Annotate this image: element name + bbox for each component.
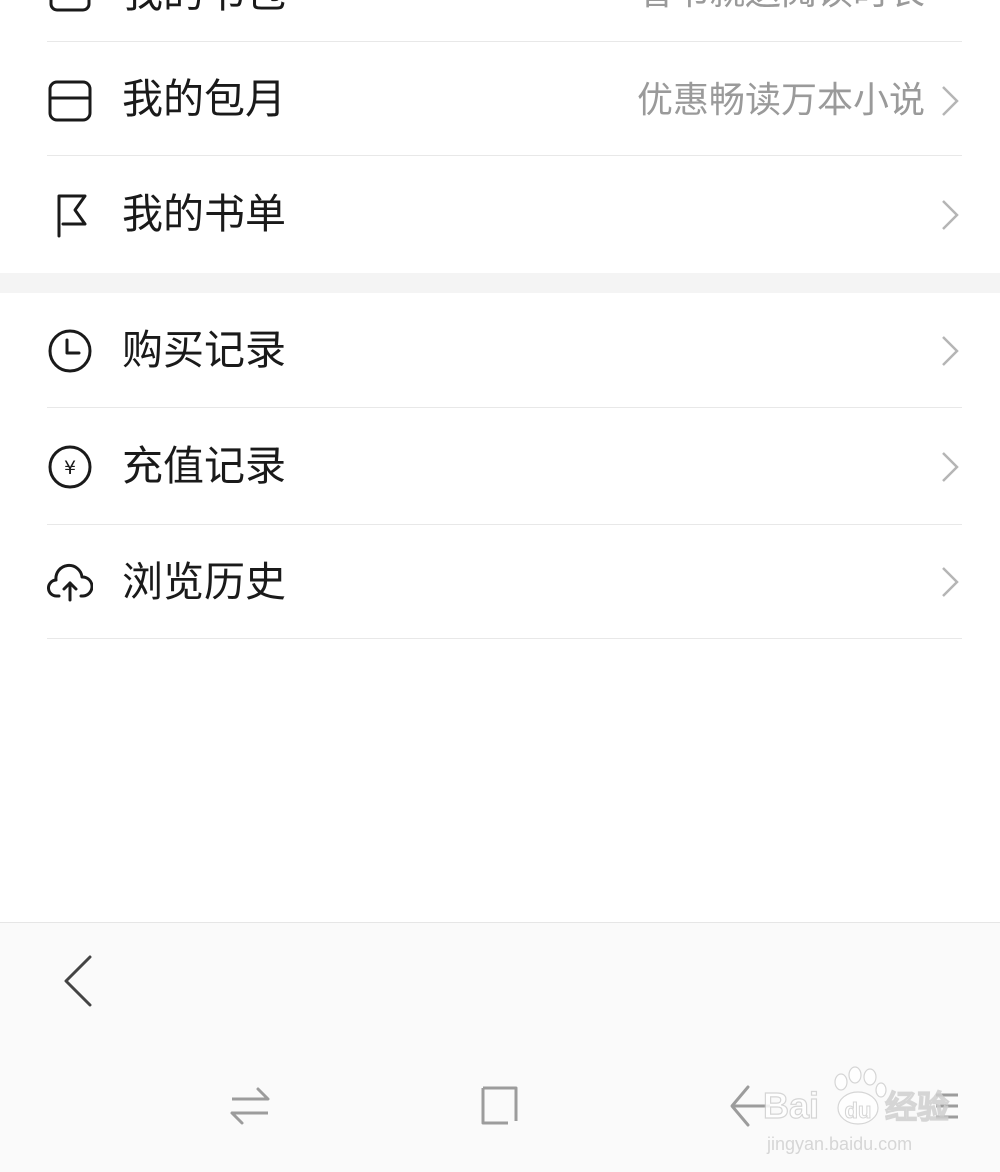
chevron-right-icon	[940, 198, 960, 232]
menu-item-recharge-history[interactable]: ¥ 充值记录	[0, 408, 1000, 524]
page: 我的书包 看书就送阅读时长 我的包月 优惠畅读万本小说 我的书单 购买记录	[0, 0, 1000, 1172]
paw-icon: du	[834, 1066, 887, 1125]
menu-item-partial[interactable]: 我的书包 看书就送阅读时长	[0, 0, 1000, 42]
divider	[47, 638, 962, 639]
menu-item-browse-history[interactable]: 浏览历史	[0, 525, 1000, 638]
menu-item-subtitle: 优惠畅读万本小说	[636, 80, 925, 121]
watermark-url: jingyan.baidu.com	[766, 1134, 912, 1154]
menu-item-subtitle: 看书就送阅读时长	[637, 0, 925, 16]
menu-item-label: 我的书包	[122, 0, 286, 16]
menu-item-monthly[interactable]: 我的包月 优惠畅读万本小说	[0, 42, 1000, 155]
menu-item-booklist[interactable]: 我的书单	[0, 156, 1000, 273]
menu-item-purchase-history[interactable]: 购买记录	[0, 293, 1000, 407]
bag-icon	[47, 0, 93, 16]
svg-text:¥: ¥	[64, 457, 76, 479]
square-icon[interactable]	[478, 1083, 522, 1129]
chevron-right-icon	[940, 450, 960, 484]
menu-item-label: 我的书单	[122, 190, 286, 238]
cloud-upload-icon	[47, 560, 93, 606]
svg-text:du: du	[845, 1098, 872, 1123]
chevron-left-icon[interactable]	[58, 955, 98, 1007]
switch-icon[interactable]	[228, 1083, 272, 1129]
watermark-brand: Bai	[763, 1085, 819, 1126]
menu-item-label: 我的包月	[122, 75, 286, 123]
watermark-product: 经验	[885, 1088, 949, 1126]
section-gap	[0, 273, 1000, 293]
yuan-icon: ¥	[47, 444, 93, 490]
chevron-right-icon	[940, 565, 960, 599]
chevron-right-icon	[940, 84, 960, 118]
menu-item-label: 浏览历史	[122, 558, 286, 606]
baidu-jingyan-watermark: Bai du 经验 jingyan.baidu.com	[745, 1060, 965, 1165]
card-icon	[47, 78, 93, 124]
chevron-right-icon	[940, 334, 960, 368]
menu-item-label: 充值记录	[122, 442, 286, 490]
clock-icon	[47, 328, 93, 374]
flag-icon	[47, 192, 93, 238]
menu-item-label: 购买记录	[122, 326, 286, 374]
